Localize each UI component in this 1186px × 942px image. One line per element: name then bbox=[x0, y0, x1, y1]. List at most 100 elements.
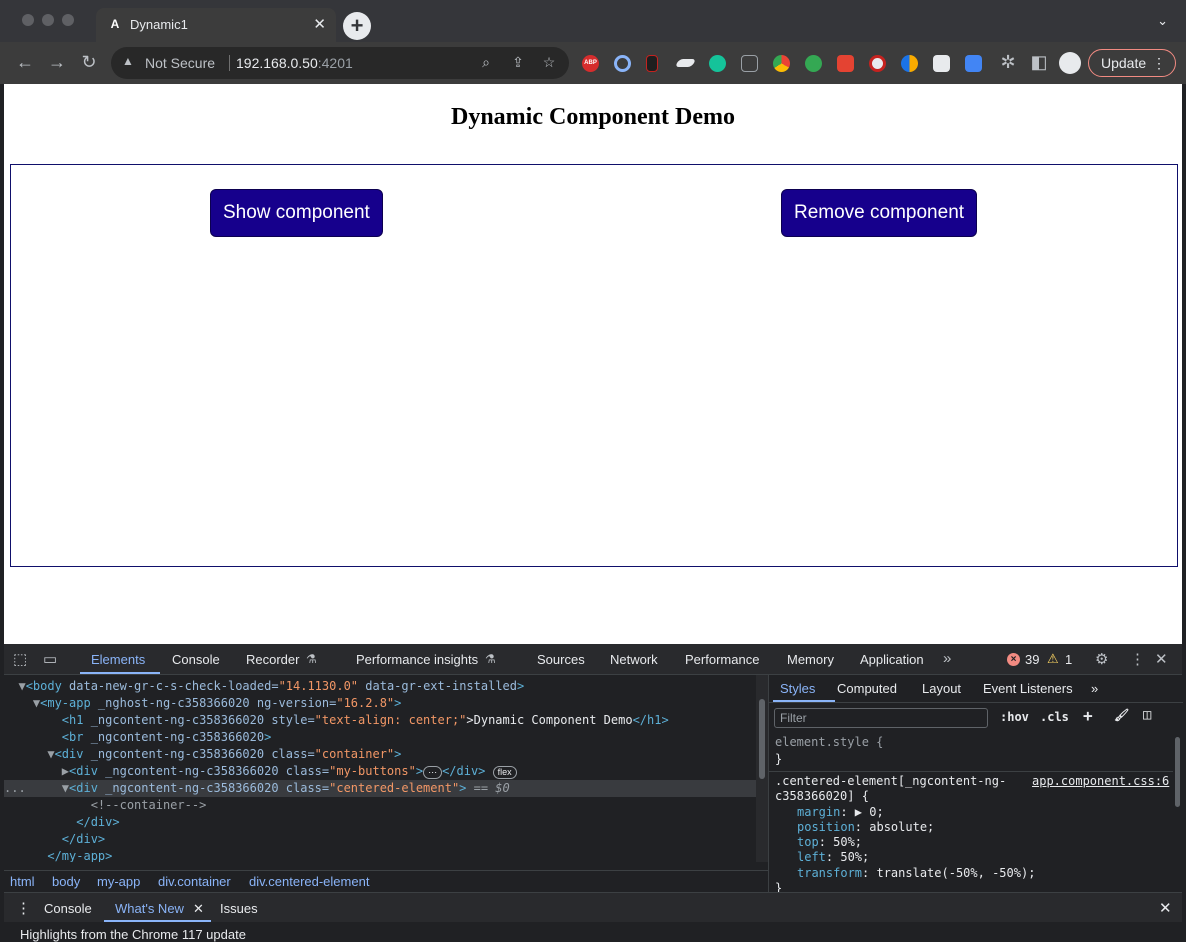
url-text[interactable]: 192.168.0.50:4201 bbox=[236, 55, 353, 71]
styles-filter-input[interactable]: Filter bbox=[774, 708, 988, 728]
tab-network[interactable]: Network bbox=[610, 652, 658, 667]
styles-scrollbar[interactable] bbox=[1172, 737, 1182, 847]
tab-layout[interactable]: Layout bbox=[922, 681, 961, 696]
dom-row[interactable]: </my-app> bbox=[4, 848, 756, 862]
close-window-icon[interactable] bbox=[22, 14, 34, 26]
tab-memory[interactable]: Memory bbox=[787, 652, 834, 667]
toggle-sidebar-icon[interactable]: ◫ bbox=[1143, 707, 1151, 723]
breadcrumb-body[interactable]: body bbox=[52, 874, 80, 889]
css-source-link[interactable]: app.component.css:6 bbox=[1032, 774, 1169, 789]
extension-wave-icon[interactable] bbox=[674, 59, 697, 67]
tab-performance-insights[interactable]: Performance insights bbox=[356, 652, 478, 667]
dom-row[interactable]: <h1 _ngcontent-ng-c358366020 style="text… bbox=[4, 712, 756, 729]
css-declaration-left[interactable]: left: 50%; bbox=[797, 850, 869, 865]
drawer-menu-icon[interactable]: ⋮ bbox=[16, 899, 31, 917]
css-declaration-position[interactable]: position: absolute; bbox=[797, 820, 934, 835]
side-panel-icon[interactable]: ◧ bbox=[1028, 51, 1050, 73]
tab-console[interactable]: Console bbox=[172, 652, 220, 667]
dom-row[interactable]: ▼<div _ngcontent-ng-c358366020 class="co… bbox=[4, 746, 756, 763]
drawer-tab-whats-new[interactable]: What's New bbox=[115, 901, 184, 916]
breadcrumb-my-app[interactable]: my-app bbox=[97, 874, 140, 889]
tab-close-icon[interactable]: ✕ bbox=[313, 15, 326, 33]
elements-scrollbar[interactable] bbox=[756, 675, 768, 862]
inspect-element-icon[interactable]: ⬚ bbox=[13, 650, 27, 668]
warning-icon[interactable]: ⚠ bbox=[1047, 651, 1059, 667]
dom-row[interactable]: </div> bbox=[4, 814, 756, 831]
remove-component-button[interactable]: Remove component bbox=[781, 189, 978, 237]
google-translate-icon[interactable] bbox=[965, 55, 982, 72]
tab-sources[interactable]: Sources bbox=[537, 652, 585, 667]
grammarly-icon[interactable] bbox=[709, 55, 726, 72]
zoom-magnifier-icon[interactable]: ⌕ bbox=[477, 54, 495, 71]
extension-owl-icon[interactable] bbox=[869, 55, 886, 72]
profile-avatar-icon[interactable] bbox=[1059, 52, 1081, 74]
dom-row[interactable]: ▶<div _ngcontent-ng-c358366020 class="my… bbox=[4, 763, 756, 780]
devtools-close-icon[interactable]: ✕ bbox=[1155, 650, 1168, 668]
back-arrow-icon[interactable]: ← bbox=[14, 51, 36, 73]
reload-icon[interactable]: ↻ bbox=[78, 51, 100, 73]
extension-copy-icon[interactable] bbox=[741, 55, 758, 72]
drawer-tab-issues[interactable]: Issues bbox=[220, 901, 258, 916]
paint-brush-icon[interactable]: 🖌 bbox=[1114, 708, 1129, 722]
elements-scroll-thumb[interactable] bbox=[759, 699, 765, 779]
todoist-icon[interactable] bbox=[837, 55, 854, 72]
tab-search-chevron-icon[interactable]: ⌄ bbox=[1157, 13, 1168, 29]
breadcrumb-div-container[interactable]: div.container bbox=[158, 874, 231, 889]
more-tabs-chevron-icon[interactable]: » bbox=[943, 650, 951, 667]
element-style-selector[interactable]: element.style { bbox=[775, 735, 883, 750]
hov-toggle[interactable]: :hov bbox=[1000, 710, 1029, 724]
dom-row[interactable]: </div> bbox=[4, 831, 756, 848]
dom-row[interactable]: <br _ngcontent-ng-c358366020> bbox=[4, 729, 756, 746]
extension-green-icon[interactable] bbox=[805, 55, 822, 72]
collapsed-ellipsis-badge[interactable]: ⋯ bbox=[423, 766, 443, 779]
tab-recorder[interactable]: Recorder bbox=[246, 652, 299, 667]
tab-event-listeners[interactable]: Event Listeners bbox=[983, 681, 1073, 696]
not-secure-label[interactable]: Not Secure bbox=[145, 55, 215, 71]
css-declaration-transform[interactable]: transform: translate(-50%, -50%); bbox=[797, 866, 1035, 881]
tab-elements[interactable]: Elements bbox=[91, 652, 145, 667]
tab-computed[interactable]: Computed bbox=[837, 681, 897, 696]
error-count[interactable]: 39 bbox=[1025, 652, 1039, 667]
breadcrumb-div-centered-element[interactable]: div.centered-element bbox=[249, 874, 369, 889]
tab-performance[interactable]: Performance bbox=[685, 652, 759, 667]
breadcrumb-html[interactable]: html bbox=[10, 874, 35, 889]
error-icon[interactable]: × bbox=[1007, 653, 1020, 666]
maximize-window-icon[interactable] bbox=[62, 14, 74, 26]
extensions-puzzle-icon[interactable]: ✲ bbox=[997, 51, 1019, 73]
cls-toggle[interactable]: .cls bbox=[1040, 710, 1069, 724]
warning-triangle-icon[interactable]: ▲ bbox=[122, 54, 134, 68]
show-component-button[interactable]: Show component bbox=[210, 189, 383, 237]
devtools-menu-icon[interactable]: ⋮ bbox=[1130, 650, 1145, 668]
minimize-window-icon[interactable] bbox=[42, 14, 54, 26]
adblock-plus-icon[interactable]: ABP bbox=[582, 55, 599, 72]
new-tab-plus-icon[interactable]: + bbox=[343, 12, 371, 40]
dom-row[interactable]: <!--container--> bbox=[4, 797, 756, 814]
css-selector-line-2[interactable]: c358366020] { bbox=[775, 789, 869, 804]
address-bar[interactable]: ▲ Not Secure 192.168.0.50:4201 ⌕ ⇪ ☆ bbox=[111, 47, 569, 79]
update-button[interactable]: Update ⋮ bbox=[1088, 49, 1176, 77]
tab-application[interactable]: Application bbox=[860, 652, 924, 667]
styles-scroll-thumb[interactable] bbox=[1175, 737, 1180, 807]
warning-count[interactable]: 1 bbox=[1065, 652, 1072, 667]
extension-moon-icon[interactable] bbox=[901, 55, 918, 72]
drawer-tab-close-icon[interactable]: ✕ bbox=[193, 901, 204, 917]
dom-row-selected[interactable]: ... ▼<div _ngcontent-ng-c358366020 class… bbox=[4, 780, 756, 797]
drawer-close-icon[interactable]: ✕ bbox=[1159, 899, 1172, 917]
dom-row[interactable]: ▼<my-app _nghost-ng-c358366020 ng-versio… bbox=[4, 695, 756, 712]
device-toolbar-icon[interactable]: ▭ bbox=[43, 650, 57, 668]
css-selector-line-1[interactable]: .centered-element[_ngcontent-ng- bbox=[775, 774, 1006, 789]
extension-phone-icon[interactable] bbox=[646, 55, 658, 72]
more-panes-chevron-icon[interactable]: » bbox=[1091, 681, 1098, 696]
extension-image-icon[interactable] bbox=[933, 55, 950, 72]
bookmark-star-icon[interactable]: ☆ bbox=[540, 54, 558, 71]
flex-badge[interactable]: flex bbox=[492, 766, 517, 779]
settings-gear-icon[interactable]: ⚙ bbox=[1095, 650, 1108, 668]
forward-arrow-icon[interactable]: → bbox=[46, 51, 68, 73]
browser-tab[interactable]: A Dynamic1 ✕ bbox=[96, 8, 336, 42]
extension-chrome-icon[interactable] bbox=[773, 55, 790, 72]
drawer-tab-console[interactable]: Console bbox=[44, 901, 92, 916]
share-icon[interactable]: ⇪ bbox=[509, 54, 527, 71]
tab-styles[interactable]: Styles bbox=[780, 681, 815, 696]
new-style-rule-plus-icon[interactable]: + bbox=[1083, 706, 1093, 725]
dom-row[interactable]: ▼<body data-new-gr-c-s-check-loaded="14.… bbox=[4, 678, 756, 695]
